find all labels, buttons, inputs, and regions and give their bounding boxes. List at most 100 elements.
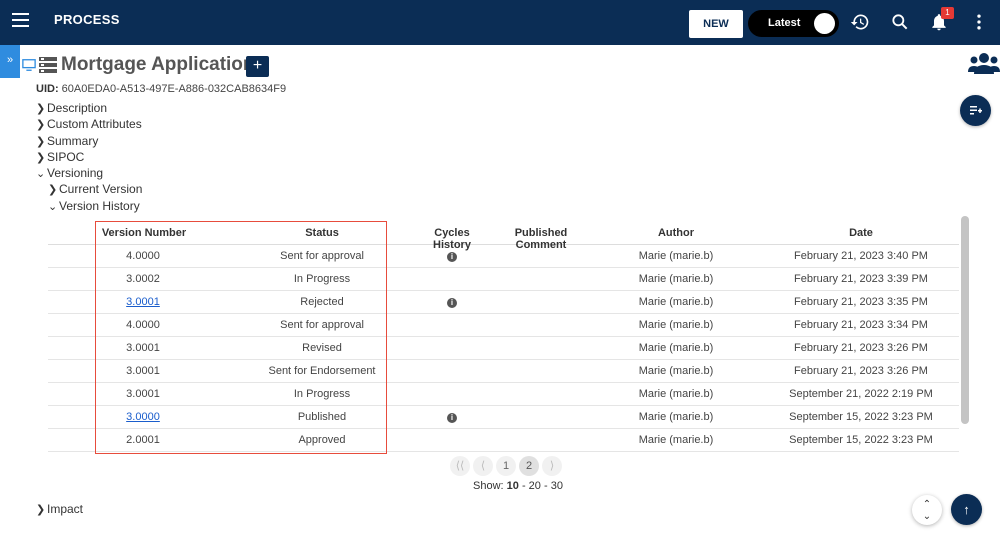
playlist-add-button[interactable] xyxy=(960,95,991,126)
uid-line: UID: 60A0EDA0-A513-497E-A886-032CAB8634F… xyxy=(36,83,286,95)
date-cell: February 21, 2023 3:40 PM xyxy=(794,250,928,262)
table-scrollbar[interactable] xyxy=(961,216,969,424)
top-navbar: PROCESS NEW Latest 1 xyxy=(0,0,1000,45)
table-row: 3.0001 Sent for Endorsement Marie (marie.b… xyxy=(48,360,959,383)
table-header: Version Number Status Cycles History Pub… xyxy=(48,221,959,251)
tree-item-versioning[interactable]: ⌄ Versioning xyxy=(36,166,103,180)
info-icon[interactable]: i xyxy=(446,411,458,423)
new-button[interactable]: NEW xyxy=(689,10,743,38)
tree-item-description[interactable]: ❯ Description xyxy=(36,101,107,115)
table-row: 3.0000 Published i Marie (marie.b) September… xyxy=(48,406,959,429)
author-cell: Marie (marie.b) xyxy=(638,434,714,446)
date-cell: February 21, 2023 3:39 PM xyxy=(794,273,928,285)
author-cell: Marie (marie.b) xyxy=(638,388,714,400)
table-row: 3.0001 Revised Marie (marie.b) February 21,… xyxy=(48,337,959,360)
header-date[interactable]: Date xyxy=(786,227,936,239)
status-cell: Rejected xyxy=(300,296,344,308)
status-cell: Sent for approval xyxy=(280,250,364,262)
table-row: 2.0001 Approved Marie (marie.b) September 1… xyxy=(48,429,959,452)
table-row: 4.0000 Sent for approval Marie (marie.b) Fe… xyxy=(48,314,959,337)
page-size-sep: - xyxy=(540,480,551,492)
author-cell: Marie (marie.b) xyxy=(638,296,714,308)
date-cell: September 21, 2022 2:19 PM xyxy=(789,388,933,400)
tree-item-current-version[interactable]: ❯ Current Version xyxy=(48,182,142,196)
tree-item-impact[interactable]: ❯ Impact xyxy=(36,502,83,516)
page-size-10[interactable]: 10 xyxy=(507,480,519,492)
status-cell: In Progress xyxy=(293,388,351,400)
chevron-right-icon: ❯ xyxy=(36,102,46,115)
more-vert-icon[interactable] xyxy=(969,12,989,32)
tree-item-summary[interactable]: ❯ Summary xyxy=(36,134,98,148)
version-history-table: Version Number Status Cycles History Pub… xyxy=(48,221,959,454)
chevron-right-icon: ❯ xyxy=(36,118,46,131)
monitor-icon xyxy=(22,59,36,71)
sidebar-expand-tab[interactable]: » xyxy=(0,45,20,78)
app-title: PROCESS xyxy=(54,12,120,27)
tree-label: Versioning xyxy=(47,166,104,180)
table-row: 3.0001 Rejected i Marie (marie.b) February 2… xyxy=(48,291,959,314)
author-cell: Marie (marie.b) xyxy=(638,250,714,262)
table-row: 3.0001 In Progress Marie (marie.b) Septembe… xyxy=(48,383,959,406)
author-cell: Marie (marie.b) xyxy=(638,342,714,354)
header-status[interactable]: Status xyxy=(262,227,382,239)
notification-badge: 1 xyxy=(941,7,954,19)
expand-collapse-button[interactable]: ⌃ ⌄ xyxy=(912,495,942,525)
version-number-cell: 3.0001 xyxy=(126,388,160,400)
tree-label: Custom Attributes xyxy=(47,117,142,131)
next-page-button[interactable]: ⟩ xyxy=(542,456,562,476)
version-number-cell: 2.0001 xyxy=(126,434,160,446)
tree-item-sipoc[interactable]: ❯ SIPOC xyxy=(36,150,84,164)
chevron-right-icon: ❯ xyxy=(36,135,46,148)
playlist-add-icon xyxy=(969,106,982,115)
date-cell: September 15, 2022 3:23 PM xyxy=(789,434,933,446)
status-cell: In Progress xyxy=(293,273,351,285)
tree-label: Summary xyxy=(47,134,99,148)
page-title: Mortgage Application xyxy=(61,54,255,75)
hamburger-icon[interactable] xyxy=(12,13,29,27)
version-number-cell: 3.0001 xyxy=(126,365,160,377)
chevron-right-icon: ❯ xyxy=(36,503,46,516)
date-cell: February 21, 2023 3:34 PM xyxy=(794,319,928,331)
uid-label: UID: xyxy=(36,83,59,95)
status-cell: Published xyxy=(297,411,347,423)
people-icon[interactable] xyxy=(968,52,1000,76)
chevron-right-icon: ❯ xyxy=(48,183,58,196)
table-row: 3.0002 In Progress Marie (marie.b) February… xyxy=(48,268,959,291)
history-icon[interactable] xyxy=(850,12,870,32)
toggle-knob xyxy=(814,13,835,34)
date-cell: February 21, 2023 3:26 PM xyxy=(794,342,928,354)
version-number-cell: 4.0000 xyxy=(126,319,160,331)
info-icon[interactable]: i xyxy=(446,296,458,308)
date-cell: September 15, 2022 3:23 PM xyxy=(789,411,933,423)
chevron-right-icon: ❯ xyxy=(36,151,46,164)
prev-page-button[interactable]: ⟨ xyxy=(473,456,493,476)
status-cell: Sent for Endorsement xyxy=(268,365,376,377)
pagination: ⟨⟨ ⟨ 1 2 ⟩ xyxy=(450,456,562,476)
page-size-selector: Show: 10 - 20 - 30 xyxy=(473,480,563,492)
page-size-30[interactable]: 30 xyxy=(551,480,563,492)
add-button[interactable]: + xyxy=(246,56,269,77)
page-size-20[interactable]: 20 xyxy=(529,480,541,492)
version-number-cell[interactable]: 3.0000 xyxy=(108,411,178,423)
search-icon[interactable] xyxy=(890,12,910,32)
info-icon[interactable]: i xyxy=(446,250,458,262)
tree-label: Description xyxy=(47,101,108,115)
page-1-button[interactable]: 1 xyxy=(496,456,516,476)
latest-toggle[interactable]: Latest xyxy=(748,10,839,37)
version-number-cell[interactable]: 3.0001 xyxy=(108,296,178,308)
tree-label: Current Version xyxy=(59,182,143,196)
first-page-button[interactable]: ⟨⟨ xyxy=(450,456,470,476)
version-number-cell: 4.0000 xyxy=(126,250,160,262)
date-cell: February 21, 2023 3:26 PM xyxy=(794,365,928,377)
tree-item-custom-attributes[interactable]: ❯ Custom Attributes xyxy=(36,117,142,131)
page-2-button[interactable]: 2 xyxy=(519,456,539,476)
author-cell: Marie (marie.b) xyxy=(638,411,714,423)
header-author[interactable]: Author xyxy=(626,227,726,239)
header-version-number[interactable]: Version Number xyxy=(98,227,190,239)
toggle-label: Latest xyxy=(768,17,801,29)
scroll-top-button[interactable]: ↑ xyxy=(951,494,982,525)
version-number-cell: 3.0001 xyxy=(126,342,160,354)
page-size-sep: - xyxy=(518,480,529,492)
tree-item-version-history[interactable]: ⌄ Version History xyxy=(48,199,140,213)
author-cell: Marie (marie.b) xyxy=(638,273,714,285)
